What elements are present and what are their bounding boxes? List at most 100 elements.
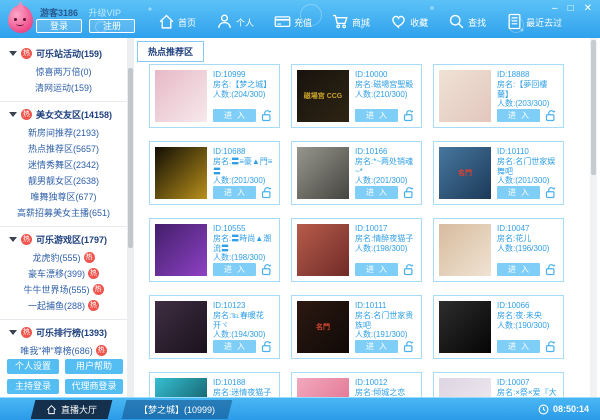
sidebar-item[interactable]: 唯我"神"尊榜(686) 热 — [0, 342, 127, 358]
room-card[interactable]: ID:10012 房名:倾城之恋 人数:(188/300) 进入 — [291, 372, 422, 397]
nav-item-label: 个人 — [236, 16, 254, 30]
sidebar-action-button[interactable]: 代理商登录 — [65, 379, 123, 394]
sidebar-action-button[interactable]: 个人设置 — [7, 359, 59, 374]
room-info: ID:10555 房名:〓時尚▲潮流〓 人数:(198/300) 进入 — [213, 224, 274, 276]
sidebar-item[interactable]: 惊喜两万倍(0) — [0, 63, 127, 79]
enter-room-button[interactable]: 进入 — [497, 340, 540, 353]
room-name: 房名:迷情夜猫子 — [213, 388, 274, 397]
room-thumbnail — [297, 378, 349, 397]
topbar-nav-item[interactable]: 首页 — [148, 8, 206, 30]
room-id: ID:10188 — [213, 378, 274, 388]
enter-room-button[interactable]: 进入 — [213, 186, 256, 199]
sidebar-action-button[interactable]: 主持登录 — [7, 379, 59, 394]
room-card[interactable]: 磁場宫 CCG ID:10000 房名:磁場宮聖殿 人数:(210/300) 进… — [291, 64, 422, 128]
sidebar-item-label: 豪车漂移(399) — [28, 267, 85, 280]
sidebar-item[interactable]: 靓男靓女区(2638) — [0, 172, 127, 188]
room-card[interactable]: ID:10188 房名:迷情夜猫子 人数:(189/300) 进入 — [149, 372, 280, 397]
maximize-icon[interactable]: □ — [568, 3, 574, 15]
minimize-icon[interactable]: – — [552, 3, 558, 15]
live-hall-tab[interactable]: 直播大厅 — [31, 400, 113, 419]
room-card[interactable]: ID:10047 房名:花儿 人数:(196/300) 进入 — [433, 218, 564, 282]
sidebar-item-label: 唯舞独尊区(677) — [30, 190, 96, 203]
lock-open-icon — [545, 263, 558, 276]
sidebar-item[interactable]: 新房间推荐(2193) — [0, 124, 127, 140]
sidebar-item-label: 新房间推荐(2193) — [28, 126, 99, 139]
login-button[interactable]: 登录 — [36, 19, 82, 33]
enter-room-button[interactable]: 进入 — [355, 340, 398, 353]
enter-room-button[interactable]: 进入 — [497, 186, 540, 199]
sidebar-item[interactable]: 牛牛世界场(555) 热 — [0, 281, 127, 297]
enter-room-button[interactable]: 进入 — [497, 263, 540, 276]
enter-room-button[interactable]: 进入 — [497, 109, 540, 122]
topbar-nav-item[interactable]: 商城 — [322, 8, 380, 30]
room-card[interactable]: ID:10166 房名:*~两处销魂~* 人数:(201/300) 进入 — [291, 141, 422, 205]
sidebar-item[interactable]: 唯舞独尊区(677) — [0, 188, 127, 204]
collapse-arrow-icon — [9, 51, 17, 56]
room-id: ID:10012 — [355, 378, 416, 388]
sidebar-section-header[interactable]: 热 美女交友区(14158) — [0, 105, 127, 124]
enter-room-button[interactable]: 进入 — [355, 109, 398, 122]
topbar-nav-item[interactable]: 查找 — [438, 8, 496, 30]
main-scrollbar-thumb[interactable] — [591, 40, 596, 175]
room-card[interactable]: 名門 ID:10111 房名:名门世家贵族吧 人数:(191/300) 进入 — [291, 295, 422, 359]
sidebar-item-label: 靓男靓女区(2638) — [28, 174, 99, 187]
main-scrollbar[interactable] — [590, 38, 597, 397]
close-icon[interactable]: ✕ — [584, 3, 592, 15]
sidebar-scrollbar-thumb[interactable] — [128, 68, 133, 248]
sidebar-item[interactable]: 豪车漂移(399) 热 — [0, 265, 127, 281]
room-card[interactable]: ID:10017 房名:情醉夜猫子 人数:(198/300) 进入 — [291, 218, 422, 282]
room-thumbnail — [439, 70, 491, 122]
search-icon — [448, 13, 465, 30]
room-card[interactable]: ID:10007 房名:×祭×爱『大明星』 进入 — [433, 372, 564, 397]
enter-room-button[interactable]: 进入 — [213, 263, 256, 276]
room-card[interactable]: ID:10999 房名:【梦之城】 人数:(204/300) 进入 — [149, 64, 280, 128]
lock-open-icon — [403, 109, 416, 122]
sidebar-item[interactable]: 热点推荐区(5657) — [0, 140, 127, 156]
enter-room-button[interactable]: 进入 — [213, 109, 256, 122]
nav-item-label: 查找 — [468, 16, 486, 30]
room-card[interactable]: 名門 ID:10110 房名:名门世家娱舞吧 人数:(201/300) 进入 — [433, 141, 564, 205]
register-button[interactable]: 注册 — [89, 19, 135, 33]
category-tab[interactable]: 热点推荐区 — [137, 41, 204, 62]
current-room-tab[interactable]: 【梦之城】(10999) — [122, 400, 233, 419]
room-card[interactable]: ID:18888 房名:【夢回樓蘭】 人数:(203/300) 进入 — [433, 64, 564, 128]
enter-row: 进入 — [213, 263, 274, 276]
room-count: 人数:(190/300) — [497, 321, 558, 331]
topbar-nav-item[interactable]: 充值 — [264, 8, 322, 30]
mall-icon — [332, 13, 349, 30]
room-info: ID:10688 房名:〓≡豪▲門≡〓 人数:(201/300) 进入 — [213, 147, 274, 199]
sidebar-section-header[interactable]: 热 可乐游戏区(1797) — [0, 230, 127, 249]
sidebar-item[interactable]: 迷情秀舞区(2342) — [0, 156, 127, 172]
sidebar-item[interactable]: 高薪招募美女主播(651) — [0, 204, 127, 220]
room-card[interactable]: ID:10555 房名:〓時尚▲潮流〓 人数:(198/300) 进入 — [149, 218, 280, 282]
sidebar-section-header[interactable]: 热 可乐排行榜(1393) — [0, 323, 127, 342]
topbar-nav-item[interactable]: 个人 — [206, 8, 264, 30]
enter-room-button[interactable]: 进入 — [355, 186, 398, 199]
clock: 08:50:14 — [538, 404, 589, 415]
sidebar-action-button[interactable]: 用户帮助 — [65, 359, 123, 374]
room-card[interactable]: ID:10123 房名:℡春暖花开ヾ 人数:(194/300) 进入 — [149, 295, 280, 359]
sidebar-scrollbar[interactable] — [127, 38, 134, 397]
sidebar-item-label: 清网运动(159) — [35, 81, 92, 94]
sidebar-section-title: 美女交友区(14158) — [36, 108, 112, 121]
enter-room-button[interactable]: 进入 — [355, 263, 398, 276]
hot-badge-icon: 热 — [93, 284, 104, 295]
room-thumbnail — [155, 70, 207, 122]
sidebar-section: 热 可乐排行榜(1393) 唯我"神"尊榜(686) 热 — [0, 319, 127, 362]
sidebar-section-header[interactable]: 热 可乐站活动(159) — [0, 44, 127, 63]
room-card[interactable]: ID:10066 房名:夜·未央 人数:(190/300) 进入 — [433, 295, 564, 359]
upgrade-vip-link[interactable]: 升级VIP — [89, 8, 122, 18]
sidebar-item-label: 热点推荐区(5657) — [28, 142, 99, 155]
enter-row: 进入 — [355, 263, 416, 276]
room-id: ID:10555 — [213, 224, 274, 234]
room-thumbnail: 名門 — [439, 147, 491, 199]
topbar-nav-item[interactable]: 收藏 — [380, 8, 438, 30]
sidebar-sections: 热 可乐站活动(159) 惊喜两万倍(0) 清网运动(159) 热 美女交友区(… — [0, 44, 127, 362]
sidebar-item[interactable]: 一起捕鱼(288) 热 — [0, 297, 127, 313]
room-card[interactable]: ID:10688 房名:〓≡豪▲門≡〓 人数:(201/300) 进入 — [149, 141, 280, 205]
sidebar-item[interactable]: 清网运动(159) — [0, 79, 127, 95]
enter-room-button[interactable]: 进入 — [213, 340, 256, 353]
enter-row: 进入 — [213, 340, 274, 353]
sidebar-item[interactable]: 龙虎豹(555) 热 — [0, 249, 127, 265]
sidebar-item-label: 唯我"神"尊榜(686) — [20, 344, 92, 357]
